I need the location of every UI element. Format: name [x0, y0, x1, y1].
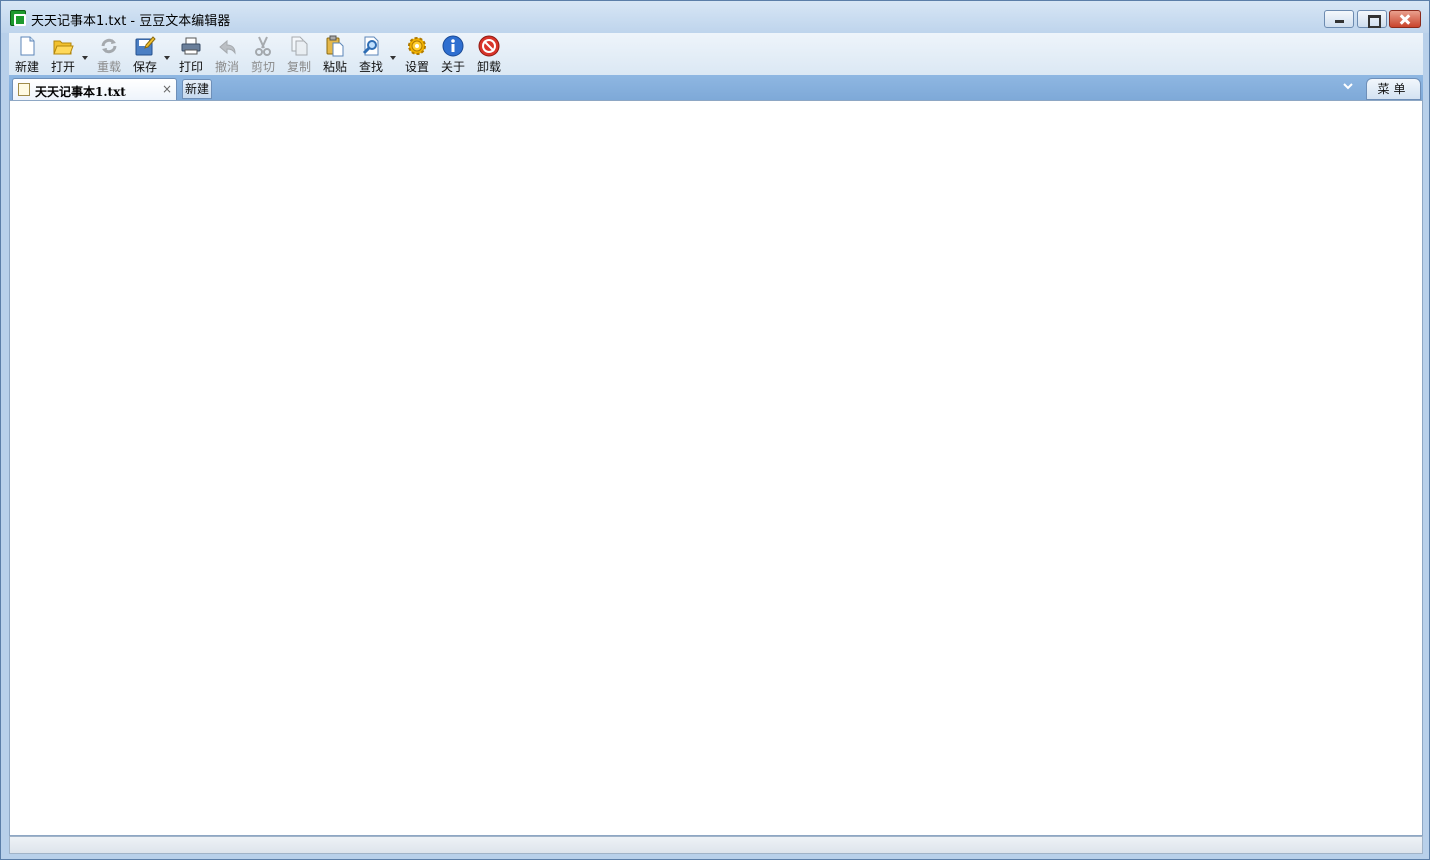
chevron-down-icon[interactable] [1342, 81, 1354, 93]
reload-label: 重载 [96, 60, 121, 74]
restore-button[interactable] [1357, 10, 1387, 28]
about-label: 关于 [440, 60, 465, 74]
find-dropdown-icon[interactable] [390, 56, 396, 60]
new-button[interactable]: 新建 [11, 33, 43, 75]
copy-button[interactable]: 复制 [283, 33, 315, 75]
app-window: 天天记事本1.txt - 豆豆文本编辑器 新建 打开 重载 保存 打印 撤消 剪… [0, 0, 1430, 860]
title-bar[interactable]: 天天记事本1.txt - 豆豆文本编辑器 [1, 1, 1429, 33]
paste-icon [326, 35, 344, 57]
toolbar: 新建 打开 重载 保存 打印 撤消 剪切 复制 粘贴 查找 设置 关于 卸载 [9, 33, 1423, 75]
about-button[interactable]: 关于 [437, 33, 469, 75]
find-button[interactable]: 查找 [355, 33, 387, 75]
print-label: 打印 [178, 60, 203, 74]
status-bar [9, 836, 1423, 854]
uninstall-icon [478, 35, 500, 57]
editor-textarea[interactable] [10, 101, 1422, 835]
tab-close-icon[interactable]: × [162, 82, 172, 96]
open-button[interactable]: 打开 [47, 33, 79, 75]
save-label: 保存 [132, 60, 157, 74]
settings-label: 设置 [404, 60, 429, 74]
cut-button[interactable]: 剪切 [247, 33, 279, 75]
paste-label: 粘贴 [322, 60, 347, 74]
find-label: 查找 [358, 60, 383, 74]
tab-document[interactable]: 天天记事本1.txt × [12, 78, 177, 100]
reload-button[interactable]: 重载 [93, 33, 125, 75]
save-icon [135, 36, 156, 56]
tab-bar: 天天记事本1.txt × 新建 菜单 [9, 75, 1423, 100]
settings-button[interactable]: 设置 [401, 33, 433, 75]
save-dropdown-icon[interactable] [164, 56, 170, 60]
new-tab-button[interactable]: 新建 [182, 79, 212, 99]
settings-gear-icon [408, 37, 426, 55]
window-title: 天天记事本1.txt - 豆豆文本编辑器 [31, 14, 231, 29]
about-info-icon [442, 35, 464, 57]
uninstall-label: 卸载 [476, 60, 501, 74]
open-label: 打开 [50, 60, 75, 74]
copy-icon [291, 36, 308, 56]
paste-button[interactable]: 粘贴 [319, 33, 351, 75]
open-folder-icon [53, 40, 74, 55]
cut-label: 剪切 [250, 60, 275, 74]
menu-button[interactable]: 菜单 [1366, 78, 1421, 100]
uninstall-button[interactable]: 卸载 [473, 33, 505, 75]
document-edit-icon [18, 83, 30, 96]
new-label: 新建 [14, 60, 39, 74]
print-icon [181, 37, 201, 55]
undo-button[interactable]: 撤消 [211, 33, 243, 75]
undo-icon [219, 39, 236, 55]
open-dropdown-icon[interactable] [82, 56, 88, 60]
app-logo-icon [10, 10, 26, 26]
reload-icon [101, 38, 117, 54]
copy-label: 复制 [286, 60, 311, 74]
cut-icon [255, 36, 271, 56]
text-editor[interactable] [9, 100, 1423, 836]
save-button[interactable]: 保存 [129, 33, 161, 75]
undo-label: 撤消 [214, 60, 239, 74]
minimize-button[interactable] [1324, 10, 1354, 28]
print-button[interactable]: 打印 [175, 33, 207, 75]
new-file-icon [20, 36, 35, 56]
find-icon [362, 36, 379, 56]
close-button[interactable] [1389, 10, 1421, 28]
tab-document-label: 天天记事本1.txt [35, 85, 126, 99]
